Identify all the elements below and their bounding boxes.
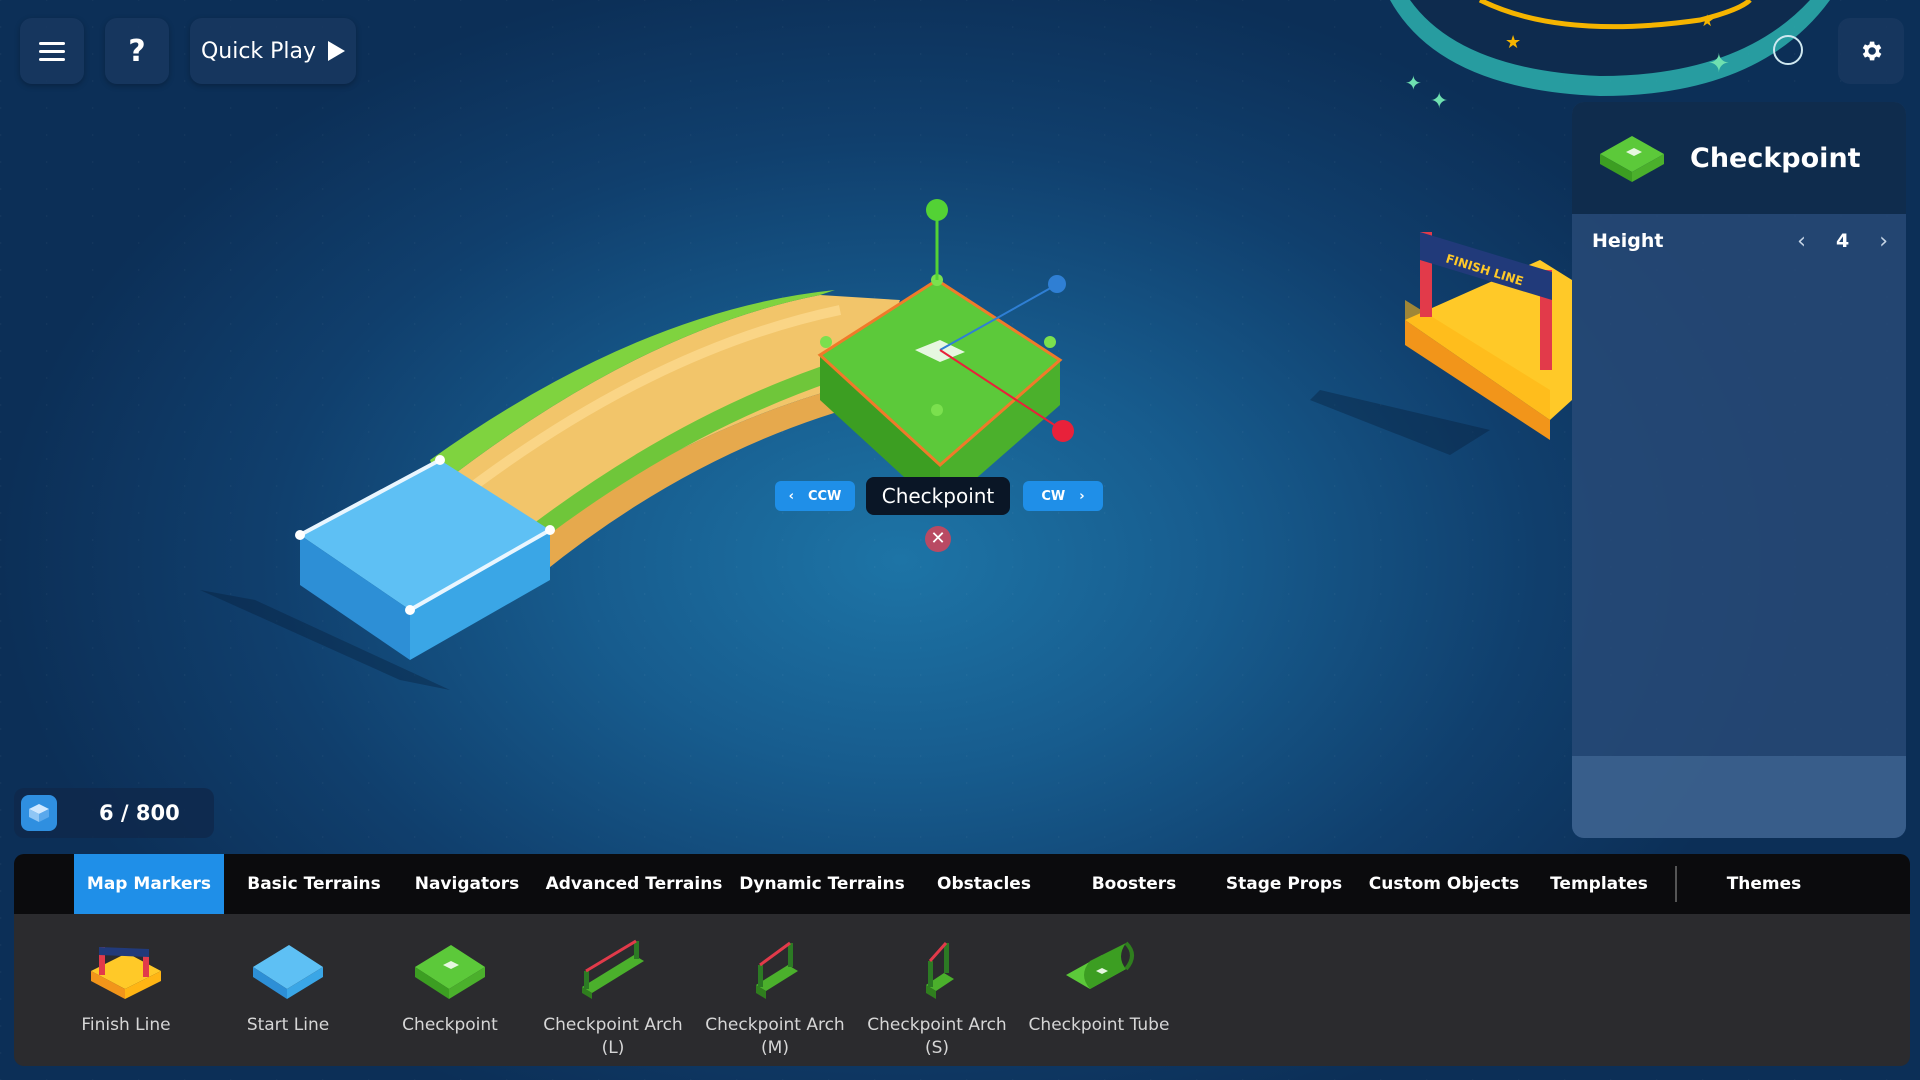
tab-boosters[interactable]: Boosters	[1069, 854, 1199, 914]
panel-header: Checkpoint	[1572, 102, 1906, 214]
handle-y	[926, 199, 948, 221]
checkpoint-arch-s-thumb-icon	[897, 934, 977, 1004]
height-stepper: ‹ 4 ›	[1797, 229, 1888, 254]
item-checkpoint-tube[interactable]: Checkpoint Tube	[1024, 914, 1174, 1066]
tab-basic-terrains[interactable]: Basic Terrains	[236, 854, 392, 914]
height-value: 4	[1835, 230, 1850, 252]
selected-object-name: Checkpoint	[881, 484, 995, 508]
tab-obstacles[interactable]: Obstacles	[919, 854, 1049, 914]
quick-play-button[interactable]: Quick Play	[190, 18, 356, 84]
tab-divider	[1675, 866, 1677, 902]
chevron-right-icon: ›	[1079, 488, 1085, 504]
item-checkpoint-arch-m[interactable]: Checkpoint Arch (M)	[700, 914, 850, 1066]
checkpoint-tube-thumb-icon	[1059, 934, 1139, 1004]
object-counter: 6 / 800	[14, 788, 214, 838]
checkpoint-icon	[1600, 136, 1664, 182]
tab-label: Map Markers	[86, 874, 212, 894]
tab-templates[interactable]: Templates	[1534, 854, 1664, 914]
svg-text:★: ★	[1505, 32, 1521, 53]
item-label: Checkpoint Arch	[543, 1015, 683, 1035]
svg-text:★: ★	[1700, 11, 1714, 30]
settings-button[interactable]	[1838, 18, 1904, 84]
help-button[interactable]: ?	[105, 18, 169, 84]
item-checkpoint[interactable]: Checkpoint	[375, 914, 525, 1066]
checkpoint-arch-l-thumb-icon	[573, 934, 653, 1004]
svg-text:✦: ✦	[1708, 49, 1730, 79]
rotate-ccw-button[interactable]: ‹ CCW	[775, 481, 855, 511]
play-icon	[328, 41, 346, 61]
item-sublabel: (M)	[761, 1038, 789, 1058]
properties-panel: Checkpoint Height ‹ 4 ›	[1572, 102, 1906, 838]
item-finish-line[interactable]: Finish Line	[51, 914, 201, 1066]
item-label: Checkpoint Arch	[705, 1015, 845, 1035]
tab-label: Advanced Terrains	[545, 874, 723, 894]
rotate-cw-button[interactable]: CW ›	[1023, 481, 1103, 511]
help-label: ?	[128, 33, 146, 69]
tab-label: Themes	[1726, 874, 1802, 894]
object-count: 6 / 800	[99, 801, 180, 825]
tab-themes[interactable]: Themes	[1694, 854, 1834, 914]
tab-custom-objects[interactable]: Custom Objects	[1364, 854, 1524, 914]
tab-advanced-terrains[interactable]: Advanced Terrains	[544, 854, 724, 914]
handle-x	[1052, 420, 1074, 442]
close-icon: ✕	[930, 528, 946, 549]
item-label: Finish Line	[81, 1015, 171, 1035]
finish-line-thumb-icon	[86, 934, 166, 1004]
tab-label: Obstacles	[937, 874, 1031, 894]
cw-label: CW	[1041, 488, 1066, 504]
svg-text:✦: ✦	[1430, 89, 1448, 114]
item-sublabel: (L)	[601, 1038, 625, 1058]
height-row: Height ‹ 4 ›	[1572, 214, 1906, 268]
height-increase-button[interactable]: ›	[1879, 229, 1888, 254]
tab-label: Navigators	[414, 874, 520, 894]
checkpoint-arch-m-thumb-icon	[735, 934, 815, 1004]
handle-z	[1048, 275, 1066, 293]
panel-footer	[1572, 756, 1906, 838]
item-palette: Finish Line Start Line Checkpoint Checkp…	[14, 914, 1910, 1066]
quick-play-label: Quick Play	[200, 38, 317, 64]
tab-label: Boosters	[1091, 874, 1177, 894]
category-tabs: Map Markers Basic Terrains Navigators Ad…	[14, 854, 1910, 914]
item-start-line[interactable]: Start Line	[213, 914, 363, 1066]
item-label: Start Line	[246, 1015, 330, 1035]
svg-text:✦: ✦	[1405, 71, 1422, 95]
item-sublabel: (S)	[924, 1038, 950, 1058]
tab-stage-props[interactable]: Stage Props	[1214, 854, 1354, 914]
item-checkpoint-arch-l[interactable]: Checkpoint Arch (L)	[538, 914, 688, 1066]
menu-button[interactable]	[20, 18, 84, 84]
tab-label: Custom Objects	[1368, 874, 1520, 894]
ccw-label: CCW	[807, 488, 842, 504]
tab-navigators[interactable]: Navigators	[402, 854, 532, 914]
deselect-button[interactable]: ✕	[925, 526, 951, 552]
item-checkpoint-arch-s[interactable]: Checkpoint Arch (S)	[862, 914, 1012, 1066]
finish-line-object[interactable]: FINISH LINE	[1405, 232, 1572, 440]
tab-label: Stage Props	[1225, 874, 1343, 894]
hamburger-icon	[39, 37, 65, 66]
height-label: Height	[1592, 230, 1664, 252]
tab-label: Basic Terrains	[247, 874, 381, 894]
tab-dynamic-terrains[interactable]: Dynamic Terrains	[734, 854, 910, 914]
planet-decoration: ★ ★ ✦ ✦ ✦	[1390, 0, 1830, 114]
tab-label: Dynamic Terrains	[739, 874, 905, 894]
height-decrease-button[interactable]: ‹	[1797, 229, 1806, 254]
cube-icon	[21, 795, 57, 831]
chevron-left-icon: ‹	[788, 488, 794, 504]
checkpoint-thumb-icon	[410, 934, 490, 1004]
selected-object-label: Checkpoint	[866, 477, 1010, 515]
item-label: Checkpoint Arch	[867, 1015, 1007, 1035]
tab-map-markers[interactable]: Map Markers	[74, 854, 224, 914]
gear-icon	[1862, 41, 1882, 61]
tab-label: Templates	[1550, 874, 1648, 894]
panel-title: Checkpoint	[1690, 142, 1861, 174]
item-label: Checkpoint	[402, 1015, 498, 1035]
start-line-thumb-icon	[248, 934, 328, 1004]
item-label: Checkpoint Tube	[1028, 1015, 1170, 1035]
